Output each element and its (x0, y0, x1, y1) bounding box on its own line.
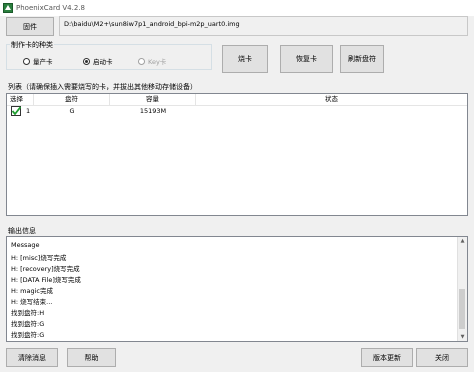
app-icon (3, 3, 13, 13)
row-status (196, 105, 467, 117)
log-line: H: [recovery]烧写完成 (11, 265, 80, 273)
refresh-drives-button[interactable]: 刷新盘符 (340, 45, 384, 73)
clear-messages-button[interactable]: 清除消息 (6, 348, 58, 367)
card-type-title: 制作卡的种类 (10, 40, 54, 50)
column-header-status[interactable]: 状态 (196, 94, 467, 105)
scroll-up-icon[interactable]: ▲ (458, 237, 467, 245)
burn-card-button[interactable]: 烧卡 (222, 45, 268, 73)
radio-label: Key卡 (148, 58, 167, 66)
table-row[interactable]: 1 G 15193M (7, 105, 467, 117)
checkmark-icon (11, 106, 21, 116)
radio-dot (85, 59, 88, 63)
radio-circle (138, 57, 145, 65)
device-list-title: 列表（请确保插入需要烧写的卡，并拔出其他移动存储设备） (8, 83, 197, 91)
radio-mass-production-card[interactable]: 量产卡 (23, 56, 53, 66)
radio-boot-card[interactable]: 启动卡 (83, 56, 113, 66)
radio-label: 量产卡 (33, 58, 53, 66)
log-line: H: 烧写结束... (11, 298, 53, 306)
firmware-path-field[interactable]: D:\baidu\M2+\sun8iw7p1_android_bpi-m2p_u… (59, 16, 468, 36)
radio-key-card[interactable]: Key卡 (138, 56, 166, 66)
log-line: 找到盘符:H (11, 309, 45, 317)
log-line: 找到盘符:G (11, 320, 45, 328)
window-title: PhoenixCard V4.2.8 (16, 4, 85, 12)
row-index: 1 (26, 107, 31, 115)
log-scrollbar[interactable]: ▲ ▼ (457, 237, 467, 341)
title-bar: PhoenixCard V4.2.8 (0, 0, 474, 16)
radio-label: 启动卡 (93, 58, 113, 66)
help-button[interactable]: 帮助 (67, 348, 116, 367)
log-line: H: [DATA File]烧写完成 (11, 276, 81, 284)
output-log[interactable]: Message H: [misc]烧写完成 H: [recovery]烧写完成 … (6, 236, 468, 342)
restore-card-button[interactable]: 恢复卡 (280, 45, 333, 73)
row-drive: G (69, 107, 75, 115)
close-button[interactable]: 关闭 (416, 348, 468, 367)
radio-circle-selected (83, 57, 90, 65)
update-version-button[interactable]: 版本更新 (361, 348, 413, 367)
device-list[interactable]: 选择 盘符 容量 状态 1 G 15193M (6, 93, 468, 216)
log-line: H: magic完成 (11, 287, 53, 295)
column-header-capacity[interactable]: 容量 (110, 94, 196, 105)
log-line: H: [misc]烧写完成 (11, 254, 67, 262)
radio-circle (23, 57, 30, 65)
row-checkbox[interactable] (11, 106, 21, 116)
log-line: 找到盘符:G (11, 331, 45, 339)
row-capacity: 15193M (139, 107, 167, 115)
scroll-thumb[interactable] (459, 289, 465, 329)
scroll-down-icon[interactable]: ▼ (458, 333, 467, 341)
app-window: PhoenixCard V4.2.8 固件 D:\baidu\M2+\sun8i… (0, 0, 474, 372)
column-header-select[interactable]: 选择 (7, 94, 34, 105)
firmware-button[interactable]: 固件 (6, 17, 54, 36)
log-line: Message (11, 241, 40, 249)
output-title: 输出信息 (8, 227, 36, 235)
column-header-drive[interactable]: 盘符 (34, 94, 110, 105)
